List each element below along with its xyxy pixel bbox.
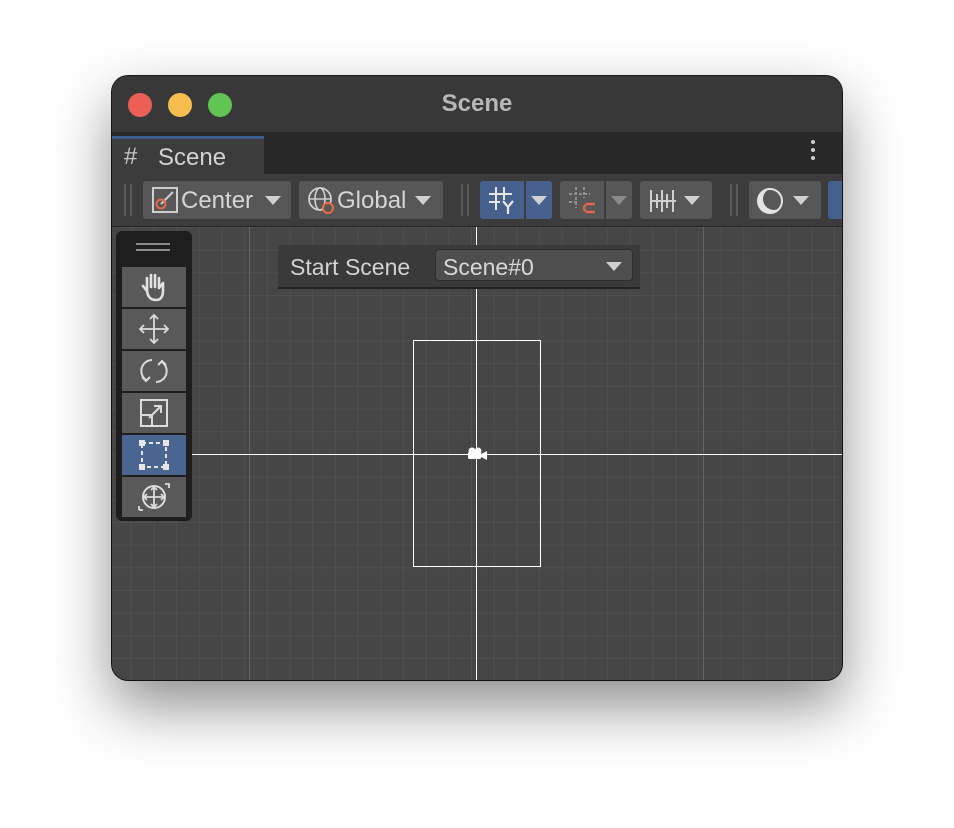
hand-tool-button[interactable]	[122, 267, 186, 307]
start-scene-value: Scene#0	[443, 254, 534, 280]
grid-visibility-toggle[interactable]	[480, 181, 524, 219]
toolbar-grip-icon[interactable]	[730, 184, 738, 216]
chevron-down-icon	[606, 262, 622, 271]
start-scene-overlay: Start Scene Scene#0	[278, 245, 640, 289]
pivot-mode-label: Center	[181, 187, 254, 214]
2d-view-toggle[interactable]	[828, 181, 842, 219]
increment-snap-dropdown[interactable]	[640, 181, 712, 219]
drag-handle-icon[interactable]	[136, 243, 170, 255]
grid-snap-toggle[interactable]	[560, 181, 604, 219]
move-arrows-icon	[138, 313, 170, 345]
globe-icon	[307, 186, 337, 223]
tab-scene[interactable]: # Scene	[112, 136, 264, 174]
chevron-down-icon	[611, 196, 627, 205]
rotation-mode-dropdown[interactable]: Global	[299, 181, 443, 219]
chevron-down-icon	[415, 196, 431, 205]
more-options-icon[interactable]	[810, 140, 816, 164]
shading-mode-dropdown[interactable]	[749, 181, 821, 219]
pivot-mode-dropdown[interactable]: Center	[143, 181, 291, 219]
scene-toolbar: Center Global	[112, 174, 842, 227]
tools-overlay	[116, 231, 192, 521]
snap-options-dropdown[interactable]	[606, 181, 632, 219]
rotation-mode-label: Global	[337, 187, 407, 214]
hash-icon: #	[124, 143, 138, 170]
rect-transform-icon	[139, 440, 169, 470]
chevron-down-icon	[265, 196, 281, 205]
scene-window: Scene # Scene Center Global Start Scene …	[112, 76, 842, 680]
chevron-down-icon	[531, 196, 547, 205]
chevron-down-icon	[793, 196, 809, 205]
grid-snap-magnet-icon	[568, 186, 598, 223]
chevron-down-icon	[684, 196, 700, 205]
window-title: Scene	[441, 90, 513, 117]
rect-tool-button[interactable]	[122, 435, 186, 475]
start-scene-label: Start Scene	[290, 254, 411, 280]
scale-tool-button[interactable]	[122, 393, 186, 433]
grid-options-dropdown[interactable]	[526, 181, 552, 219]
rotate-icon	[140, 359, 168, 383]
transform-tool-button[interactable]	[122, 477, 186, 517]
start-scene-dropdown[interactable]: Scene#0	[435, 249, 633, 281]
rotate-tool-button[interactable]	[122, 351, 186, 391]
title-bar: Scene	[112, 76, 842, 132]
shading-mode-icon	[757, 186, 787, 223]
move-tool-button[interactable]	[122, 309, 186, 349]
increment-snap-icon	[648, 186, 678, 223]
camera-icon[interactable]	[466, 446, 488, 467]
pivot-center-icon	[151, 186, 179, 221]
toolbar-grip-icon[interactable]	[461, 184, 469, 216]
toolbar-grip-icon[interactable]	[124, 184, 132, 216]
scene-viewport[interactable]: Start Scene Scene#0	[112, 227, 842, 680]
scale-icon	[140, 399, 168, 427]
transform-gizmo-icon	[138, 483, 170, 511]
tab-strip: # Scene	[112, 132, 842, 174]
tab-label: Scene	[158, 144, 227, 171]
hand-icon	[141, 273, 165, 302]
grid-visibility-icon	[488, 186, 518, 223]
